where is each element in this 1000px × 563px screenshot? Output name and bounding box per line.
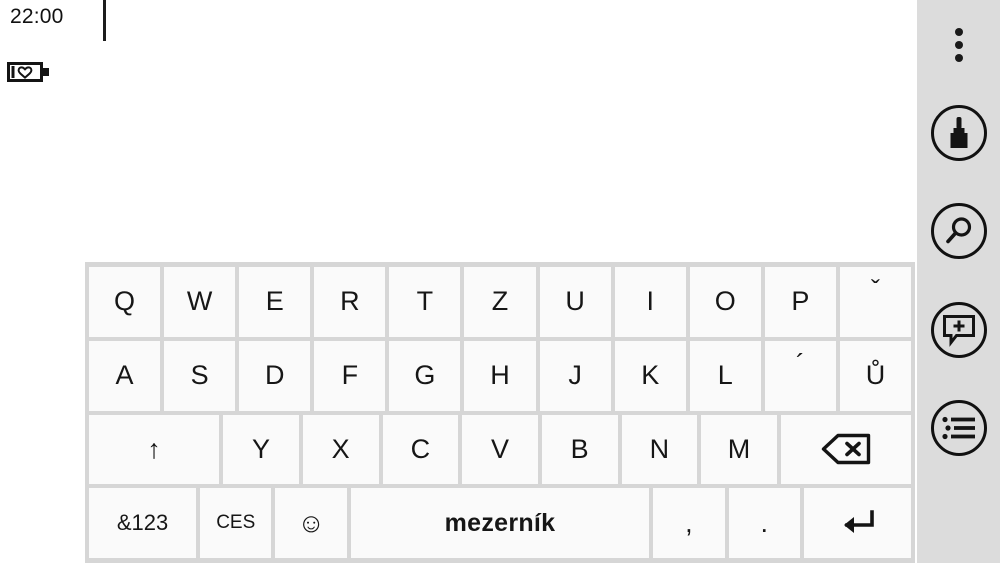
keyboard-row-4: &123 CES ☺ mezerník , .	[85, 486, 915, 560]
key-backspace[interactable]	[780, 414, 912, 485]
key-c[interactable]: C	[382, 414, 459, 485]
magnifier-icon	[930, 203, 987, 259]
backspace-icon	[821, 433, 871, 465]
key-y[interactable]: Y	[223, 414, 299, 485]
key-j[interactable]: J	[539, 340, 611, 411]
key-s[interactable]: S	[164, 340, 236, 411]
add-note-button[interactable]	[930, 301, 988, 359]
keyboard-row-3: ↑ Y X C V B N M	[85, 413, 915, 487]
key-x[interactable]: X	[302, 414, 379, 485]
key-g[interactable]: G	[389, 340, 461, 411]
key-u[interactable]: U	[539, 267, 611, 337]
key-m[interactable]: M	[701, 414, 777, 485]
key-i[interactable]: I	[614, 267, 686, 337]
keyboard-row-1: Q W E R T Z U I O P ˇ	[85, 265, 915, 339]
key-o[interactable]: O	[689, 267, 761, 337]
key-a[interactable]: A	[89, 340, 161, 411]
paintbrush-icon	[930, 105, 987, 161]
key-period[interactable]: .	[728, 488, 800, 558]
key-acute[interactable]: ´	[764, 340, 836, 411]
speech-bubble-plus-icon	[930, 302, 987, 358]
key-enter[interactable]	[803, 488, 911, 558]
list-view-button[interactable]	[930, 399, 988, 457]
key-w[interactable]: W	[164, 267, 236, 337]
key-comma[interactable]: ,	[653, 488, 725, 558]
bulleted-list-icon	[930, 400, 987, 456]
key-r[interactable]: R	[314, 267, 386, 337]
key-q[interactable]: Q	[89, 267, 161, 337]
text-caret	[103, 0, 106, 41]
key-emoji[interactable]: ☺	[275, 488, 347, 558]
enter-arrow-icon	[837, 508, 877, 538]
on-screen-keyboard[interactable]: Q W E R T Z U I O P ˇ A S D F G H J K L …	[85, 262, 915, 563]
key-h[interactable]: H	[464, 340, 536, 411]
search-button[interactable]	[930, 202, 988, 260]
battery-saver-icon	[7, 62, 51, 82]
status-bar-clock: 22:00	[10, 5, 64, 28]
key-z[interactable]: Z	[464, 267, 536, 337]
key-space[interactable]: mezerník	[350, 488, 650, 558]
pen-tool-button[interactable]	[930, 104, 988, 162]
key-n[interactable]: N	[621, 414, 698, 485]
key-symbols[interactable]: &123	[89, 488, 197, 558]
keyboard-row-2: A S D F G H J K L ´ Ů	[85, 339, 915, 413]
key-d[interactable]: D	[239, 340, 311, 411]
overflow-menu-button[interactable]	[930, 24, 988, 66]
key-v[interactable]: V	[462, 414, 538, 485]
three-dots-vertical-icon	[954, 28, 963, 62]
key-b[interactable]: B	[541, 414, 618, 485]
key-language[interactable]: CES	[200, 488, 272, 558]
key-l[interactable]: L	[689, 340, 761, 411]
key-f[interactable]: F	[314, 340, 386, 411]
key-shift[interactable]: ↑	[89, 414, 220, 485]
key-e[interactable]: E	[239, 267, 311, 337]
key-u-ring[interactable]: Ů	[839, 340, 912, 411]
right-sidebar	[917, 0, 1000, 563]
key-t[interactable]: T	[389, 267, 461, 337]
key-p[interactable]: P	[764, 267, 836, 337]
key-k[interactable]: K	[614, 340, 686, 411]
key-caron[interactable]: ˇ	[839, 267, 912, 337]
